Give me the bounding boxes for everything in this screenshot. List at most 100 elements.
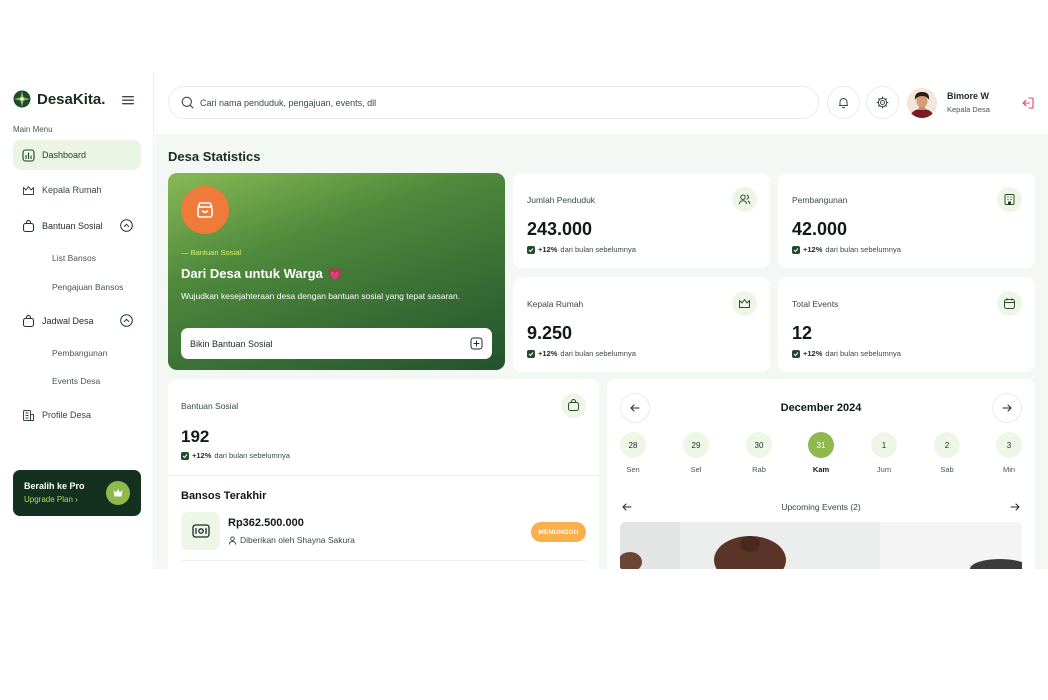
hero-title: Dari Desa untuk Warga 💗 [181, 266, 343, 281]
menu-heading: Main Menu [13, 125, 53, 134]
sidebar-item-label: Profile Desa [42, 410, 92, 420]
sidebar-subitem-pembangunan[interactable]: Pembangunan [52, 348, 107, 358]
bag-icon [561, 393, 586, 418]
sidebar-item-jadwal-desa[interactable]: Jadwal Desa [13, 306, 141, 336]
plus-icon [470, 337, 483, 350]
bansos-change-value: +12% [192, 451, 212, 460]
transaction-giver: Diberikan oleh Shayna Sakura [228, 535, 355, 545]
calendar-day[interactable]: 30 Rab [746, 432, 772, 474]
notification-button[interactable] [827, 86, 860, 119]
bell-icon [839, 98, 848, 109]
gear-icon [876, 96, 889, 109]
stat-label: Total Events [792, 299, 839, 309]
day-name: Kam [812, 465, 830, 474]
logout-icon[interactable] [1021, 96, 1035, 110]
calendar-day[interactable]: 28 Sen [620, 432, 646, 474]
transaction-giver-text: Diberikan oleh Shayna Sakura [240, 535, 355, 545]
stat-card-kepala-rumah: Kepala Rumah 9.250 +12% dari bulan sebel… [513, 277, 770, 372]
transaction-amount: Rp362.500.000 [228, 517, 304, 529]
stat-change-value: +12% [538, 349, 558, 358]
bansos-change-text: dari bulan sebelumnya [214, 451, 290, 460]
stat-change-value: +12% [803, 245, 823, 254]
search-bar[interactable] [168, 86, 819, 119]
stat-card-total-events: Total Events 12 +12% dari bulan sebelumn… [778, 277, 1035, 372]
sidebar-subitem-events-desa[interactable]: Events Desa [52, 376, 100, 386]
sidebar-subitem-list-bansos[interactable]: List Bansos [52, 253, 96, 263]
sidebar-item-profile-desa[interactable]: Profile Desa [13, 400, 141, 430]
stat-change-text: dari bulan sebelumnya [560, 245, 636, 254]
stat-change-text: dari bulan sebelumnya [560, 349, 636, 358]
recent-bansos-title: Bansos Terakhir [181, 490, 267, 502]
calendar-day[interactable]: 1 Jum [871, 432, 897, 474]
stat-change-value: +12% [803, 349, 823, 358]
upgrade-title: Beralih ke Pro [24, 481, 85, 491]
stat-change: +12% dari bulan sebelumnya [527, 245, 636, 254]
event-image[interactable] [620, 522, 1022, 569]
user-role: Kepala Desa [947, 105, 990, 114]
stat-label: Kepala Rumah [527, 299, 584, 309]
check-icon [181, 451, 189, 460]
calendar-icon [997, 291, 1022, 316]
bansos-value: 192 [181, 427, 210, 446]
bansos-label: Bantuan Sosial [181, 401, 239, 411]
hero-title-text: Dari Desa untuk Warga [181, 266, 323, 281]
crown-icon [106, 481, 130, 505]
hero-description: Wujudkan kesejahteraan desa dengan bantu… [181, 291, 461, 301]
arrow-right-icon[interactable] [1009, 501, 1021, 513]
crown-icon [23, 185, 34, 195]
top-bar: Bimore W Kepala Desa [155, 72, 1048, 134]
calendar-next-button[interactable] [992, 393, 1022, 423]
stat-label: Pembangunan [792, 195, 848, 205]
user-icon [228, 535, 237, 545]
app-window: DesaKita. Main Menu Dashboard Kepala Rum… [0, 72, 1048, 569]
search-input[interactable] [200, 97, 800, 108]
logo-icon [13, 90, 31, 108]
stat-card-penduduk: Jumlah Penduduk 243.000 +12% dari bulan … [513, 173, 770, 268]
menu-toggle-icon[interactable] [120, 93, 136, 107]
hero-card: — Bantuan Sosial Dari Desa untuk Warga 💗… [168, 173, 505, 370]
building-icon [997, 187, 1022, 212]
sidebar-item-label: Jadwal Desa [42, 316, 94, 326]
crown-icon [732, 291, 757, 316]
chevron-up-icon[interactable] [120, 219, 133, 232]
calendar-day[interactable]: 29 Sel [683, 432, 709, 474]
upgrade-link[interactable]: Upgrade Plan › [24, 495, 78, 504]
brand[interactable]: DesaKita. [13, 90, 105, 108]
check-icon [792, 245, 800, 254]
settings-button[interactable] [866, 86, 899, 119]
day-number: 1 [871, 432, 897, 458]
bag-icon [22, 219, 35, 232]
chart-icon [22, 148, 35, 162]
stat-change-text: dari bulan sebelumnya [825, 245, 901, 254]
stat-change: +12% dari bulan sebelumnya [527, 349, 636, 358]
status-badge: MENUNGGU [531, 522, 586, 542]
sidebar-item-dashboard[interactable]: Dashboard [13, 140, 141, 170]
stat-value: 9.250 [527, 323, 573, 343]
day-number: 31 [808, 432, 834, 458]
stat-change-value: +12% [538, 245, 558, 254]
calendar-day[interactable]: 3 Min [996, 432, 1022, 474]
calendar-day[interactable]: 2 Sab [934, 432, 960, 474]
search-icon [181, 96, 194, 109]
day-number: 30 [746, 432, 772, 458]
create-bansos-button[interactable]: Bikin Bantuan Sosial [181, 328, 492, 359]
brand-name: DesaKita. [37, 90, 106, 108]
stat-value: 12 [792, 323, 813, 343]
calendar-card: December 2024 28 Sen 29 Sel 30 Rab 31 Ka… [607, 379, 1035, 569]
chevron-up-icon[interactable] [120, 314, 133, 327]
upgrade-card[interactable]: Beralih ke Pro Upgrade Plan › [13, 470, 141, 516]
sidebar-subitem-pengajuan-bansos[interactable]: Pengajuan Bansos [52, 282, 123, 292]
money-icon [181, 512, 220, 550]
day-number: 28 [620, 432, 646, 458]
sidebar-item-bantuan-sosial[interactable]: Bantuan Sosial [13, 211, 141, 241]
users-icon [732, 187, 757, 212]
avatar[interactable] [907, 88, 937, 118]
sidebar-item-label: Dashboard [42, 150, 87, 160]
stat-change-text: dari bulan sebelumnya [825, 349, 901, 358]
create-bansos-label: Bikin Bantuan Sosial [190, 338, 273, 349]
building-icon [23, 409, 34, 421]
calendar-day-selected[interactable]: 31 Kam [808, 432, 834, 474]
stat-value: 42.000 [792, 219, 848, 239]
gift-box-icon [181, 186, 229, 234]
sidebar-item-kepala-rumah[interactable]: Kepala Rumah [13, 175, 141, 205]
